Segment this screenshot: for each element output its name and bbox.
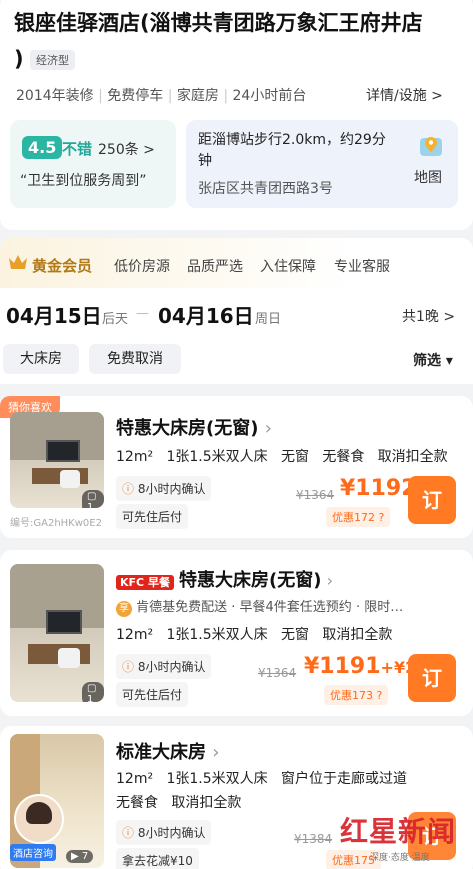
- member-benefit: 品质严选: [187, 259, 243, 275]
- room-name[interactable]: 标准大床房 ›: [116, 738, 219, 764]
- room-card[interactable]: ▢ 1 KFC 早餐 特惠大床房(无窗) › 享 肯德基免费配送 · 早餐4件套…: [0, 550, 473, 716]
- nights-count[interactable]: 共1晚 >: [402, 306, 455, 326]
- original-price: ¥1364: [296, 488, 335, 502]
- member-benefit: 专业客服: [334, 259, 390, 275]
- filter-chip-free-cancel[interactable]: 免费取消: [89, 344, 181, 374]
- hotel-info-card: 银座佳驿酒店(淄博共青团路万象汇王府井店 ) 经济型 2014年装修 | 免费停…: [0, 0, 473, 230]
- date-separator: —: [136, 306, 149, 321]
- watermark-logo: 红星新闻: [340, 815, 457, 848]
- installment-tag: 拿去花减¥10: [116, 848, 199, 869]
- rating-quote: “卫生到位服务周到”: [20, 173, 147, 189]
- photo-count: ▶ 7: [66, 850, 94, 863]
- rating-label: 不错: [62, 140, 93, 158]
- gold-member-bar[interactable]: 黄金会员 低价房源 品质严选 入住保障 专业客服: [0, 238, 473, 288]
- confirm-tag: ⓘ 8小时内确认: [116, 654, 212, 679]
- clock-icon: ⓘ: [122, 826, 135, 840]
- member-title: 黄金会员: [32, 257, 93, 275]
- member-benefit: 入住保障: [260, 259, 316, 275]
- discount-tag[interactable]: 优惠172 ?: [326, 507, 391, 527]
- facility-item: 2014年装修: [16, 88, 94, 104]
- checkout-weekday: 周日: [255, 312, 282, 327]
- photo-count: ▢ 1: [82, 682, 104, 702]
- checkin-weekday: 后天: [102, 312, 129, 327]
- current-price: ¥1191: [304, 654, 381, 679]
- room-name[interactable]: 特惠大床房(无窗) ›: [116, 414, 272, 440]
- address-text: 张店区共青团西路3号: [198, 181, 333, 197]
- rating-score: 4.5: [22, 136, 63, 159]
- book-button[interactable]: 订: [408, 654, 456, 702]
- date-selector[interactable]: 04月15日 后天 — 04月16日 周日 共1晚 >: [0, 294, 473, 334]
- discount-tag[interactable]: 优惠173 ?: [324, 685, 389, 705]
- member-benefit: 低价房源: [114, 259, 170, 275]
- location-box[interactable]: 距淄博站步行2.0km，约29分钟 张店区共青团西路3号 地图: [186, 120, 458, 208]
- map-label[interactable]: 地图: [414, 167, 442, 187]
- review-count[interactable]: 250条 >: [98, 139, 155, 159]
- hotel-consult-button[interactable]: 酒店咨询: [10, 844, 56, 861]
- photo-count: ▢ 1: [82, 490, 104, 508]
- room-photo[interactable]: ▢ 1: [10, 564, 104, 702]
- confirm-tag: ⓘ 8小时内确认: [116, 476, 212, 501]
- room-name: 特惠大床房(无窗): [179, 570, 322, 591]
- confirm-tag: ⓘ 8小时内确认: [116, 820, 212, 845]
- watermark-slogan: 深度·态度·温度: [370, 853, 430, 863]
- filter-button[interactable]: 筛选 ▾: [413, 350, 453, 370]
- room-specs: 12m² 1张1.5米双人床 无窗 无餐食 取消扣全款: [116, 449, 448, 465]
- room-specs: 12m² 1张1.5米双人床 无窗 取消扣全款: [116, 627, 393, 643]
- pay-later-tag: 可先住后付: [116, 504, 189, 529]
- promo-icon: 享: [116, 601, 132, 617]
- checkin-date[interactable]: 04月15日: [6, 300, 102, 329]
- details-link[interactable]: 详情/设施 >: [366, 85, 443, 105]
- original-price: ¥1364: [258, 666, 297, 680]
- facility-item: 24小时前台: [232, 88, 307, 104]
- facility-item: 家庭房: [176, 88, 219, 104]
- filter-chip-bed[interactable]: 大床房: [3, 344, 79, 374]
- hotel-name-cont: ): [14, 47, 24, 71]
- original-price: ¥1384: [294, 832, 333, 846]
- category-badge: 经济型: [30, 50, 75, 70]
- checkout-date[interactable]: 04月16日: [158, 300, 254, 329]
- room-title-row[interactable]: KFC 早餐 特惠大床房(无窗) ›: [116, 566, 333, 592]
- room-photo[interactable]: ▢ 1: [10, 412, 104, 508]
- room-specs-2: 无餐食 取消扣全款: [116, 795, 242, 811]
- crown-icon: [8, 253, 28, 271]
- hotel-name: 银座佳驿酒店(淄博共青团路万象汇王府井店: [14, 11, 423, 35]
- rating-box[interactable]: 4.5 不错 250条 > “卫生到位服务周到”: [10, 120, 176, 208]
- clock-icon: ⓘ: [122, 660, 135, 674]
- kfc-promo[interactable]: 享 肯德基免费配送 · 早餐4件套任选预约 · 限时…: [116, 596, 403, 617]
- news-watermark: 红星新闻 深度·态度·温度: [340, 810, 470, 866]
- room-photo[interactable]: 酒店咨询 ▶ 7: [10, 734, 104, 868]
- distance-text: 距淄博站步行2.0km，约29分钟: [198, 132, 386, 169]
- current-price: ¥1192: [340, 476, 417, 501]
- consultant-avatar: [14, 794, 64, 844]
- facility-item: 免费停车: [107, 88, 164, 104]
- book-button[interactable]: 订: [408, 476, 456, 524]
- clock-icon: ⓘ: [122, 482, 135, 496]
- room-specs: 12m² 1张1.5米双人床 窗户位于走廊或过道: [116, 771, 407, 787]
- booking-options: 黄金会员 低价房源 品质严选 入住保障 专业客服 04月15日 后天 — 04月…: [0, 238, 473, 384]
- photo-watermark: 编号:GA2hHKw0E2: [10, 518, 102, 529]
- pay-later-tag: 可先住后付: [116, 682, 189, 707]
- kfc-breakfast-badge: KFC 早餐: [116, 575, 174, 590]
- room-card[interactable]: 猜你喜欢 ▢ 1 编号:GA2hHKw0E2 特惠大床房(无窗) › 12m² …: [0, 396, 473, 538]
- map-pin-icon[interactable]: [418, 134, 444, 160]
- facility-list: 2014年装修 | 免费停车 | 家庭房 | 24小时前台: [16, 88, 307, 104]
